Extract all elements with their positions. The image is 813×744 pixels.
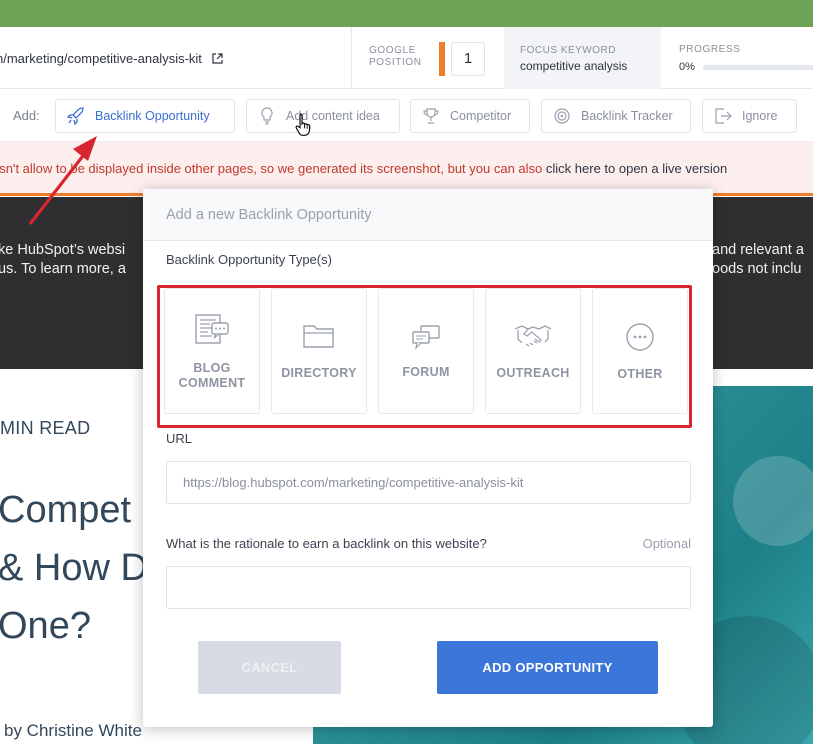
notice-message: esn't allow to be displayed inside other… (0, 161, 546, 176)
backlink-opportunity-label: Backlink Opportunity (95, 109, 210, 123)
competitor-label: Competitor (450, 109, 512, 123)
external-link-icon[interactable] (211, 52, 223, 67)
add-opportunity-button[interactable]: ADD OPPORTUNITY (437, 641, 658, 694)
banner-text-right-1: and relevant a (712, 242, 804, 258)
top-green-bar (0, 0, 813, 27)
read-time: MIN READ (0, 418, 91, 438)
author-byline: by Christine White (4, 721, 142, 740)
add-toolbar: Add: Backlink Opportunity Add content id… (0, 89, 813, 142)
progress-value: 0% (679, 61, 695, 73)
cancel-button[interactable]: CANCEL (198, 641, 341, 694)
add-backlink-modal: Add a new Backlink Opportunity Backlink … (143, 189, 713, 727)
google-position-value: 1 (451, 42, 485, 76)
rationale-input[interactable] (166, 566, 691, 609)
focus-keyword[interactable]: FOCUS KEYWORD competitive analysis (504, 27, 661, 89)
ignore-button[interactable]: Ignore (702, 99, 797, 133)
rocket-icon (66, 106, 86, 126)
progress-label: PROGRESS (679, 44, 741, 55)
type-label: Backlink Opportunity Type(s) (166, 252, 332, 267)
open-live-version-link[interactable]: click here to open a live version (546, 161, 727, 176)
target-icon (552, 106, 572, 126)
url-label: URL (166, 431, 193, 446)
google-position-indicator (439, 42, 445, 76)
optional-label: Optional (642, 536, 691, 551)
rationale-label: What is the rationale to earn a backlink… (166, 536, 487, 551)
banner-text-left-1: ke HubSpot’s websi (0, 242, 126, 258)
modal-title: Add a new Backlink Opportunity (166, 207, 372, 223)
url-input[interactable]: https://blog.hubspot.com/marketing/compe… (166, 461, 691, 504)
hand-cursor-icon (295, 113, 311, 136)
focus-keyword-value: competitive analysis (520, 59, 628, 73)
banner-text-right-2: oods not inclu (712, 261, 802, 277)
headline-line-1: Compet (0, 489, 132, 531)
focus-keyword-label: FOCUS KEYWORD (520, 45, 616, 56)
ignore-label: Ignore (742, 109, 778, 123)
backlink-opportunity-button[interactable]: Backlink Opportunity (55, 99, 235, 133)
progress-bar (703, 65, 813, 70)
add-content-idea-button[interactable]: Add content idea (246, 99, 400, 133)
modal-header: Add a new Backlink Opportunity (143, 189, 713, 241)
exit-icon (713, 106, 733, 126)
notice-text: esn't allow to be displayed inside other… (0, 161, 727, 176)
lightbulb-icon (257, 106, 277, 126)
backlink-tracker-button[interactable]: Backlink Tracker (541, 99, 691, 133)
progress: PROGRESS 0% (663, 27, 813, 89)
google-position-label: GOOGLE POSITION (369, 45, 422, 68)
headline-line-2: & How D (0, 547, 148, 589)
headline-line-3: One? (0, 605, 91, 647)
top-toolbar: n/marketing/competitive-analysis-kit GOO… (0, 27, 813, 89)
banner-text-left-2: us. To learn more, a (0, 261, 126, 277)
backlink-tracker-label: Backlink Tracker (581, 109, 673, 123)
type-options-highlight (157, 285, 692, 428)
competitor-button[interactable]: Competitor (410, 99, 530, 133)
page-url-text: n/marketing/competitive-analysis-kit (0, 51, 202, 66)
trophy-icon (421, 106, 441, 126)
screenshot-notice: esn't allow to be displayed inside other… (0, 142, 813, 196)
hero-image-highlight (733, 456, 813, 546)
page-url[interactable]: n/marketing/competitive-analysis-kit (0, 51, 223, 67)
add-label: Add: (13, 108, 40, 123)
google-position: GOOGLE POSITION 1 (351, 27, 496, 89)
